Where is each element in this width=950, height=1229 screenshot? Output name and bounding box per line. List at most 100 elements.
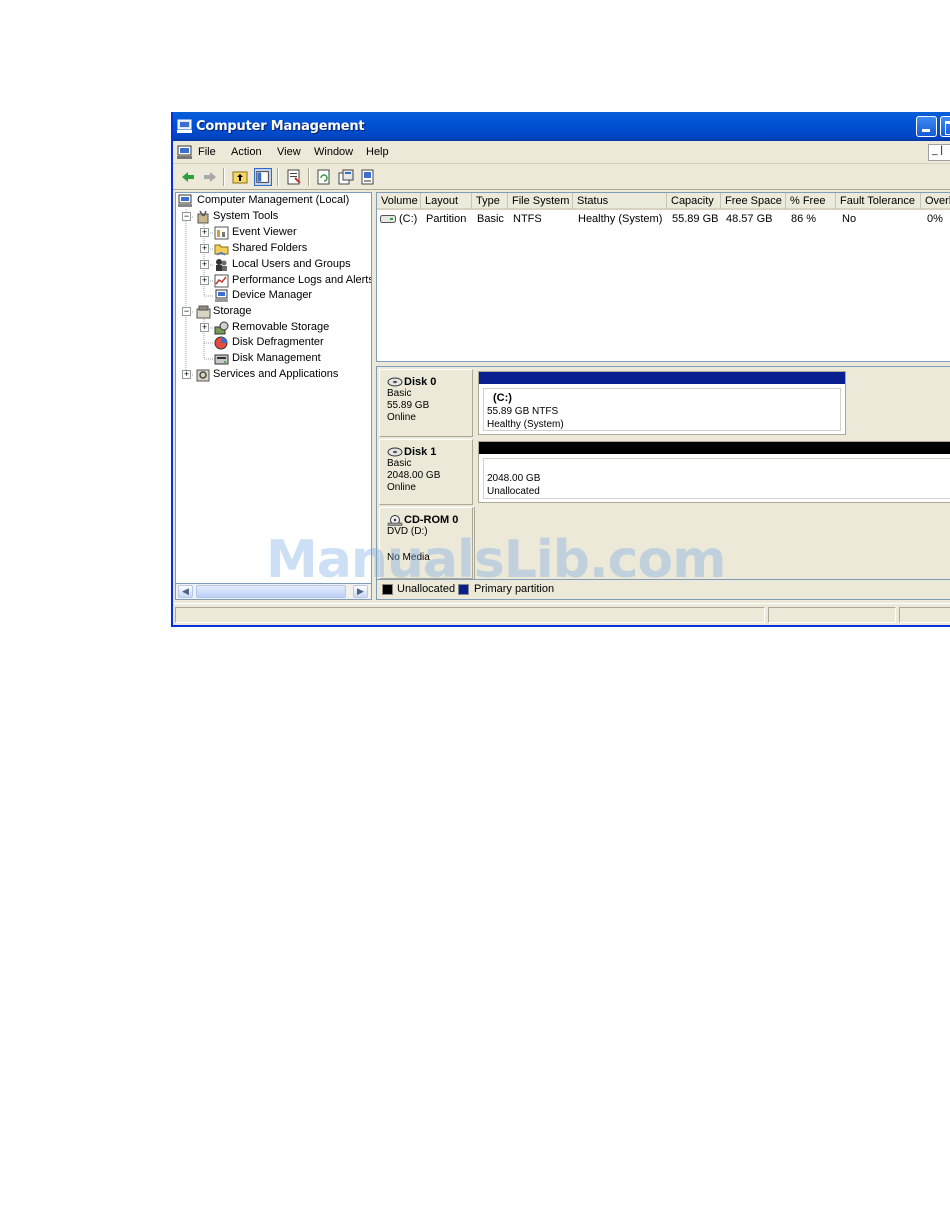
tree-item-device-manager[interactable]: Device Manager (176, 288, 366, 304)
cell-fault-tolerance: No (842, 213, 857, 225)
expand-icon[interactable]: + (200, 323, 209, 332)
tree-item-disk-defragmenter[interactable]: Disk Defragmenter (176, 335, 366, 351)
tree-item-services-applications[interactable]: + Services and Applications (176, 367, 366, 383)
disk-icon (387, 377, 403, 387)
scroll-left-button[interactable]: ◀ (178, 585, 193, 598)
column-header-volume[interactable]: Volume (377, 193, 421, 210)
tree-item-performance-logs[interactable]: + Performance Logs and Alerts (176, 273, 371, 289)
column-header-status[interactable]: Status (573, 193, 667, 210)
column-header-type[interactable]: Type (472, 193, 508, 210)
show-hide-tree-icon[interactable] (254, 168, 272, 186)
column-header-layout[interactable]: Layout (421, 193, 472, 210)
volume-size: 55.89 GB NTFS (487, 406, 559, 417)
volume-details: 2048.00 GB Unallocated (483, 458, 950, 499)
volume-title: (C:) (493, 392, 512, 404)
cdrom-0-label[interactable]: CD-ROM 0 DVD (D:) No Media (379, 507, 473, 579)
tree-item-disk-management[interactable]: Disk Management (176, 351, 366, 367)
primary-partition-bar (479, 372, 845, 384)
toolbar-separator (308, 168, 309, 186)
tree-item-label: Removable Storage (232, 321, 330, 333)
menu-file[interactable]: File (198, 146, 216, 158)
expand-icon[interactable]: + (200, 260, 209, 269)
back-arrow-icon[interactable] (179, 168, 197, 186)
tree-item-label: Device Manager (232, 289, 313, 301)
column-header-free-space[interactable]: Free Space (721, 193, 786, 210)
cell-capacity: 55.89 GB (672, 213, 719, 225)
expand-icon[interactable]: + (200, 228, 209, 237)
system-menu-icon[interactable] (177, 145, 193, 160)
cdrom-divider (474, 507, 475, 579)
mdi-child-controls[interactable]: _ | (928, 144, 950, 161)
cell-file-system: NTFS (513, 213, 542, 225)
menu-view[interactable]: View (277, 146, 301, 158)
disk-type: Basic (387, 388, 412, 399)
legend-unallocated: Unallocated (397, 583, 456, 595)
scroll-right-button[interactable]: ▶ (353, 585, 368, 598)
column-header-capacity[interactable]: Capacity (667, 193, 721, 210)
unallocated-swatch (382, 584, 393, 595)
collapse-icon[interactable]: − (182, 307, 191, 316)
refresh-icon[interactable] (315, 168, 333, 186)
column-header-overhead[interactable]: Overl (921, 193, 950, 210)
column-header-fault-tolerance[interactable]: Fault Tolerance (836, 193, 921, 210)
window-title: Computer Management (196, 119, 365, 134)
tree-item-system-tools[interactable]: − System Tools (176, 209, 366, 225)
tree-item-event-viewer[interactable]: + Event Viewer (176, 225, 366, 241)
tree-horizontal-scrollbar[interactable]: ◀ ▶ (175, 583, 372, 600)
disk-graphical-view: Disk 0 Basic 55.89 GB Online (C:) 55.89 … (376, 366, 950, 580)
system-tools-icon (197, 210, 209, 224)
tree-item-label: Services and Applications (213, 368, 339, 380)
export-list-icon[interactable] (337, 168, 355, 186)
tree-item-storage[interactable]: − Storage (176, 304, 366, 320)
tree-item-label: Local Users and Groups (232, 258, 351, 270)
primary-partition-swatch (458, 584, 469, 595)
menu-help[interactable]: Help (366, 146, 389, 158)
scroll-thumb[interactable] (196, 585, 346, 598)
tree-item-label: Computer Management (Local) (197, 194, 350, 206)
console-tree[interactable]: Computer Management (Local) − System Too… (175, 192, 372, 600)
collapse-icon[interactable]: − (182, 212, 191, 221)
volume-status: Healthy (System) (487, 419, 564, 430)
menu-action[interactable]: Action (231, 146, 262, 158)
tree-item-computer-management[interactable]: Computer Management (Local) (178, 193, 368, 209)
minimize-button[interactable] (916, 116, 937, 137)
disk-defragmenter-icon (214, 336, 228, 350)
column-header-file-system[interactable]: File System (508, 193, 573, 210)
volume-drive-icon (380, 215, 396, 223)
storage-icon (196, 305, 211, 319)
volume-list: Volume Layout Type File System Status Ca… (376, 192, 950, 362)
menu-window[interactable]: Window (314, 146, 353, 158)
toolbar-separator (223, 168, 224, 186)
up-one-level-icon[interactable] (231, 168, 249, 186)
volume-size: 2048.00 GB (487, 473, 541, 484)
disk-1-label[interactable]: Disk 1 Basic 2048.00 GB Online (379, 439, 473, 505)
cell-status: Healthy (System) (578, 213, 663, 225)
tree-item-shared-folders[interactable]: + Shared Folders (176, 241, 366, 257)
disk-name: Disk 1 (404, 446, 437, 458)
help-topics-icon[interactable] (359, 168, 377, 186)
computer-icon (178, 194, 192, 207)
tree-item-label: Disk Defragmenter (232, 336, 324, 348)
unallocated-space[interactable]: 2048.00 GB Unallocated (478, 441, 950, 503)
toolbar-separator (277, 168, 278, 186)
services-applications-icon (196, 369, 210, 382)
forward-arrow-icon[interactable] (201, 168, 219, 186)
volume-c-partition[interactable]: (C:) 55.89 GB NTFS Healthy (System) (478, 371, 846, 435)
properties-icon[interactable] (285, 168, 303, 186)
disk-type: Basic (387, 458, 412, 469)
disk-state: Online (387, 412, 416, 423)
cell-layout: Partition (426, 213, 467, 225)
disk-0-label[interactable]: Disk 0 Basic 55.89 GB Online (379, 369, 473, 437)
maximize-button[interactable] (940, 116, 950, 137)
expand-icon[interactable]: + (200, 276, 209, 285)
tree-item-local-users-groups[interactable]: + Local Users and Groups (176, 257, 366, 273)
expand-icon[interactable]: + (182, 370, 191, 379)
disk-management-icon (214, 354, 229, 365)
cell-percent-free: 86 % (791, 213, 817, 225)
column-header-percent-free[interactable]: % Free (786, 193, 836, 210)
title-bar[interactable]: Computer Management (173, 112, 950, 141)
tree-item-removable-storage[interactable]: + Removable Storage (176, 320, 366, 336)
expand-icon[interactable]: + (200, 244, 209, 253)
legend-primary-partition: Primary partition (474, 583, 555, 595)
cell-volume: (C:) (399, 213, 418, 225)
